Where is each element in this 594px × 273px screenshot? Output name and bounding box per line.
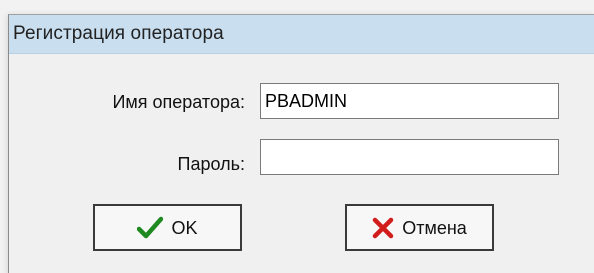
cancel-label: Отмена xyxy=(402,217,467,238)
login-dialog: Регистрация оператора Имя оператора: Пар… xyxy=(8,14,594,273)
cancel-button[interactable]: Отмена xyxy=(345,204,494,251)
password-input[interactable] xyxy=(260,139,559,175)
operator-label: Имя оператора: xyxy=(112,92,245,112)
screen: Регистрация оператора Имя оператора: Пар… xyxy=(0,0,594,273)
window-title: Регистрация оператора xyxy=(13,23,224,44)
checkmark-icon xyxy=(137,216,164,240)
ok-label: OK xyxy=(171,217,198,238)
cross-icon xyxy=(372,217,394,239)
ok-button[interactable]: OK xyxy=(93,204,242,251)
title-bar[interactable]: Регистрация оператора xyxy=(9,15,594,54)
operator-input[interactable] xyxy=(260,83,559,119)
password-label: Пароль: xyxy=(177,154,245,174)
